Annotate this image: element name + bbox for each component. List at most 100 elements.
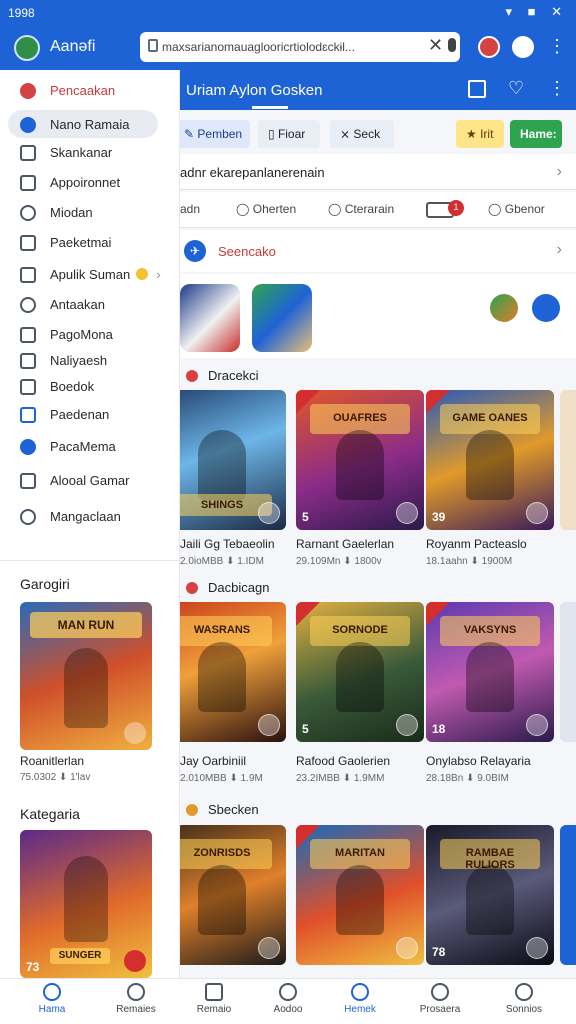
card-meta: 18.1aahn ⬇ 1900M (426, 556, 513, 567)
heart-icon[interactable]: ♡ (508, 78, 524, 99)
filter-oherten[interactable]: ◯ Oherten (236, 202, 296, 216)
character-art (336, 865, 384, 935)
app-shortcut-icon[interactable] (532, 294, 560, 322)
shelf-icon (186, 804, 198, 816)
drawer-item[interactable]: PacaMema (8, 432, 158, 460)
game-card[interactable]: VAKSYNS 18 (426, 602, 554, 742)
drawer-item[interactable]: Paeketmai (8, 228, 158, 256)
filter-adn[interactable]: adn (180, 202, 200, 216)
square-icon[interactable] (468, 80, 486, 98)
mic-icon[interactable] (448, 38, 456, 52)
play-icon[interactable] (258, 714, 280, 736)
featured-app-icon[interactable] (252, 284, 312, 352)
play-icon[interactable] (258, 937, 280, 959)
nav-prosaera[interactable]: Prosaera (400, 983, 480, 1023)
notice-text: adnr ekarepanlanerenain (180, 165, 325, 180)
game-card[interactable]: WASRANS (180, 602, 286, 742)
game-card-partial[interactable] (560, 825, 576, 965)
profile-icon[interactable] (512, 36, 534, 58)
rating-badge: 73 (26, 960, 40, 974)
game-card[interactable]: RAMBAE RULIORS 78 (426, 825, 554, 965)
more-menu-icon[interactable]: ⋮ (548, 36, 566, 57)
card-meta: 23.2IMBB ⬇ 1.9MM (296, 773, 385, 784)
drawer-divider (0, 560, 180, 561)
drawer-item[interactable]: Antaakan (8, 290, 158, 318)
nav-sonnios[interactable]: Sonnios (484, 983, 564, 1023)
app-bar: Aanəfi maxsarianomauaglooricrtiolodɛckɨl… (0, 26, 576, 70)
play-icon[interactable] (124, 950, 146, 972)
nav-search[interactable]: Remaies (96, 983, 176, 1023)
drawer-item[interactable]: Apulik Suman › (8, 260, 161, 288)
drawer-item[interactable]: PagoMona (8, 320, 158, 348)
game-card[interactable]: SHINGS (180, 390, 286, 530)
drawer-item[interactable]: Paedenan (8, 400, 158, 428)
game-card-partial[interactable] (560, 390, 576, 530)
game-icon[interactable] (478, 36, 500, 58)
nav-aodoo[interactable]: Aodoo (248, 983, 328, 1023)
character-art (64, 856, 108, 942)
drawer-item[interactable]: Mangaclaan (8, 502, 158, 530)
drawer-item[interactable]: Naliyaesh (8, 346, 158, 374)
drawer-game-card[interactable]: MAN RUN (20, 602, 152, 750)
game-card[interactable]: OUAFRES 5 (296, 390, 424, 530)
play-icon[interactable] (396, 714, 418, 736)
shelf-title: Sbecken (186, 802, 259, 817)
avatar[interactable] (14, 35, 40, 61)
drawer-item-icon (20, 407, 36, 423)
play-icon[interactable] (396, 937, 418, 959)
chip-pemben[interactable]: ✎ Pemben (180, 120, 250, 148)
rating-badge: 18 (432, 722, 446, 736)
clear-url-icon[interactable]: ✕ (428, 35, 443, 56)
overflow-menu-icon[interactable]: ⋮ (548, 78, 566, 99)
navigation-drawer: Pencaakan Nano Ramaia Skankanar Appoiron… (0, 70, 180, 978)
nav-remaio[interactable]: Remaio (174, 983, 254, 1023)
drawer-item[interactable]: Alooal Gamar (8, 466, 158, 494)
play-icon[interactable] (526, 937, 548, 959)
nav-hemek[interactable]: Hemek (320, 983, 400, 1023)
drawer-item-icon (20, 235, 36, 251)
shelf-icon (186, 582, 198, 594)
game-card-partial[interactable] (560, 602, 576, 742)
section-header[interactable]: ✈ Seencako › (180, 230, 576, 272)
filter-cterarain[interactable]: ◯ Cterarain (328, 202, 394, 216)
notice-row[interactable]: adnr ekarepanlanerenain › (180, 154, 576, 190)
game-card[interactable]: GAME OANES 39 (426, 390, 554, 530)
drawer-item[interactable]: Skankanar (8, 138, 158, 166)
rating-badge: 39 (432, 510, 446, 524)
filter-gbenor[interactable]: ◯ Gbenor (488, 202, 545, 216)
rating-badge: 5 (302, 510, 309, 524)
game-card[interactable]: SORNODE 5 (296, 602, 424, 742)
chip-fioar[interactable]: ▯ Fioar (258, 120, 320, 148)
featured-app-icon[interactable] (180, 284, 240, 352)
plane-icon: ✈ (184, 240, 206, 262)
chip-seck[interactable]: ⨯ Seck (330, 120, 394, 148)
drawer-game-card[interactable]: SUNGER 73 (20, 830, 152, 978)
shelf-title: Dracekci (186, 368, 259, 383)
play-icon[interactable] (526, 502, 548, 524)
rating-badge: 5 (302, 722, 309, 736)
chip-irit[interactable]: ★ Irit (456, 120, 504, 148)
play-icon[interactable] (258, 502, 280, 524)
url-input[interactable]: maxsarianomauaglooricrtiolodɛckɨl... (140, 32, 460, 62)
drawer-item[interactable]: Boedok (8, 372, 158, 400)
card-title: Rarnant Gaelerlan (296, 537, 395, 551)
drawer-item[interactable]: Miodan (8, 198, 158, 226)
nav-home[interactable]: Hama (12, 983, 92, 1023)
game-card[interactable]: MARITAN (296, 825, 424, 965)
play-icon[interactable] (124, 722, 146, 744)
account-icon (515, 983, 533, 1001)
drawer-item-selected[interactable]: Nano Ramaia (8, 110, 158, 138)
circle-icon (351, 983, 369, 1001)
character-art (466, 865, 514, 935)
home-button[interactable]: Hame: (510, 120, 562, 148)
section-title: Seencako (218, 244, 276, 259)
tab-indicator (252, 106, 288, 109)
play-icon[interactable] (526, 714, 548, 736)
drawer-item[interactable]: Appoironnet (8, 168, 158, 196)
drawer-item-icon (20, 473, 36, 489)
drawer-item[interactable]: Pencaakan (8, 76, 158, 104)
play-icon[interactable] (396, 502, 418, 524)
drawer-item-icon (20, 175, 36, 191)
game-card[interactable]: ZONRISDS (180, 825, 286, 965)
app-shortcut-icon[interactable] (490, 294, 518, 322)
